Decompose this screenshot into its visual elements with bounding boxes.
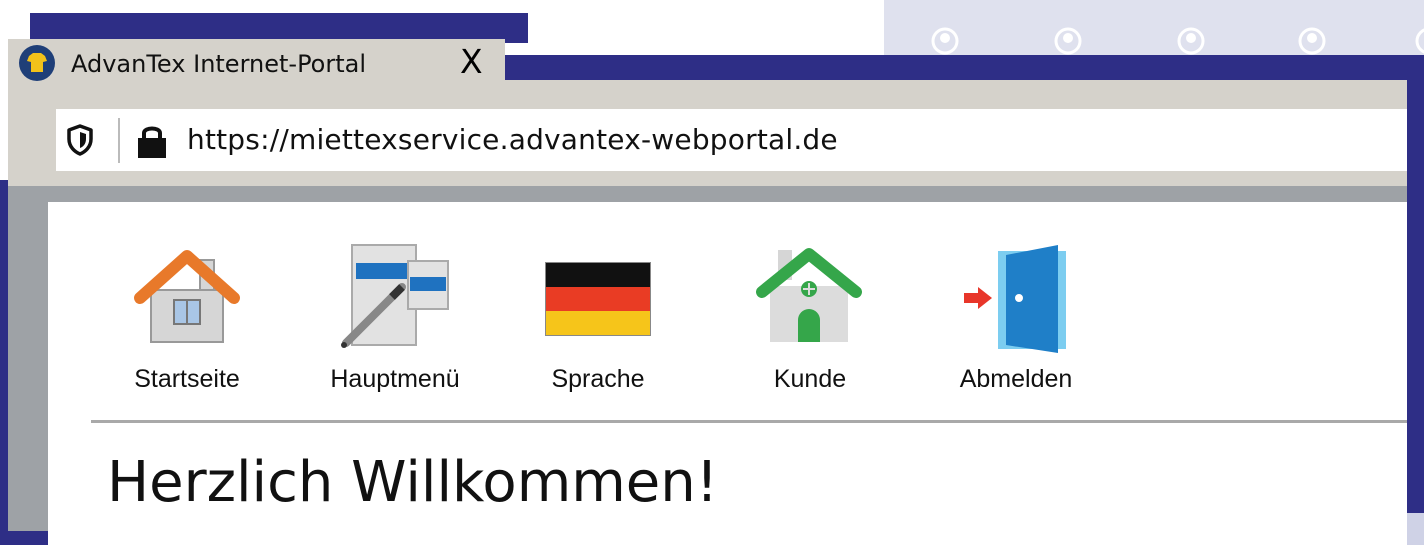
- url-text[interactable]: https://miettexservice.advantex-webporta…: [187, 123, 838, 156]
- toolbar-label-sprache[interactable]: Sprache: [551, 365, 644, 394]
- browser-tab[interactable]: AdvanTex Internet-Portal X: [8, 39, 505, 89]
- frame-right-edge: [1407, 83, 1424, 513]
- toolbar-label-kunde[interactable]: Kunde: [774, 365, 846, 394]
- pattern-circle-icon: [1177, 27, 1205, 55]
- background-pattern: [884, 0, 1424, 55]
- pattern-circle-icon: [1298, 27, 1326, 55]
- frame-gray-edge: [8, 186, 48, 531]
- customer-house-icon[interactable]: [756, 248, 862, 346]
- shield-icon[interactable]: [66, 124, 94, 156]
- frame-gray-top: [8, 186, 1407, 202]
- toolbar-label-abmelden[interactable]: Abmelden: [960, 365, 1073, 394]
- address-bar-separator: [118, 118, 120, 163]
- tab-close-button[interactable]: X: [460, 42, 483, 82]
- frame-right-bottom: [1407, 513, 1424, 545]
- toolbar-divider: [91, 420, 1407, 423]
- pattern-circle-icon: [931, 27, 959, 55]
- lock-icon[interactable]: [135, 122, 169, 160]
- german-flag-icon[interactable]: [545, 262, 651, 336]
- toolbar-label-startseite[interactable]: Startseite: [134, 365, 240, 394]
- pattern-circle-icon: [1054, 27, 1082, 55]
- logout-door-icon[interactable]: [960, 245, 1072, 355]
- house-icon[interactable]: [134, 250, 240, 346]
- tab-title: AdvanTex Internet-Portal: [71, 50, 367, 78]
- page-title: Herzlich Willkommen!: [107, 450, 719, 515]
- pattern-circle-icon: [1415, 28, 1424, 54]
- frame-right-strip: [480, 55, 1424, 83]
- menu-pen-icon[interactable]: [336, 243, 452, 351]
- toolbar-label-hauptmenu[interactable]: Hauptmenü: [330, 365, 459, 394]
- tshirt-icon: [19, 45, 55, 81]
